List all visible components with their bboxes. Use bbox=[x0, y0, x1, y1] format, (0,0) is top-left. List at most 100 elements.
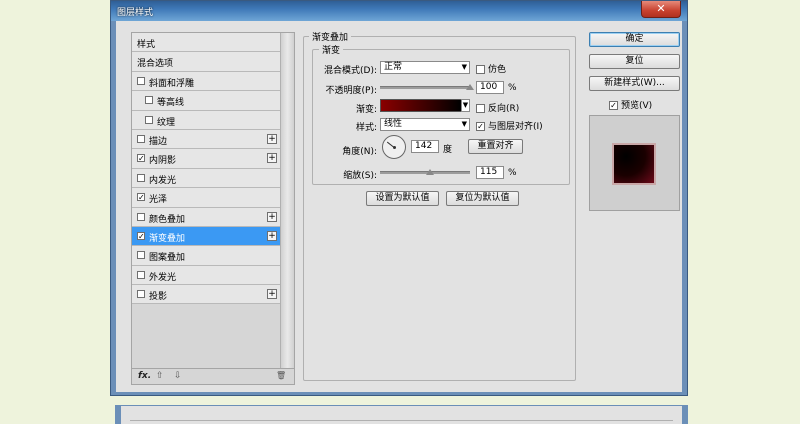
style-item-checkbox[interactable]: ✓ bbox=[137, 154, 145, 163]
scale-unit: % bbox=[508, 168, 517, 178]
add-style-icon[interactable]: + bbox=[267, 133, 277, 144]
style-select[interactable]: 线性 ▼ bbox=[380, 118, 470, 131]
angle-input[interactable]: 142 bbox=[411, 140, 439, 153]
styles-scrollbar[interactable] bbox=[280, 33, 294, 370]
style-item[interactable]: 样式 bbox=[132, 33, 280, 53]
chevron-down-icon: ▼ bbox=[461, 63, 467, 71]
blend-mode-label: 混合模式(D): bbox=[324, 66, 377, 76]
preview-box: ✓ bbox=[609, 101, 618, 110]
style-item[interactable]: ✓ 渐变叠加 + bbox=[132, 226, 280, 247]
style-item-checkbox[interactable] bbox=[145, 96, 153, 105]
reverse-label: 反向(R) bbox=[488, 104, 520, 114]
style-item-label: 投影 bbox=[149, 292, 168, 303]
style-item-label: 颜色叠加 bbox=[149, 214, 186, 225]
style-item-checkbox[interactable] bbox=[137, 134, 145, 143]
align-box: ✓ bbox=[476, 122, 485, 131]
set-default-button[interactable]: 设置为默认值 bbox=[366, 191, 439, 206]
scale-input[interactable]: 115 bbox=[476, 166, 504, 179]
style-item[interactable]: 混合选项 bbox=[132, 52, 280, 72]
style-item-label: 等高线 bbox=[157, 98, 185, 109]
style-item[interactable]: 斜面和浮雕 bbox=[132, 71, 280, 92]
scale-slider-thumb[interactable] bbox=[425, 169, 434, 175]
style-item[interactable]: 内发光 bbox=[132, 168, 280, 189]
reset-default-button[interactable]: 复位为默认值 bbox=[446, 191, 519, 206]
style-item-checkbox[interactable]: ✓ bbox=[137, 231, 145, 240]
style-item[interactable]: ✓ 光泽 bbox=[132, 188, 280, 208]
dither-label: 仿色 bbox=[488, 65, 507, 75]
styles-panel: 样式 混合选项 斜面和浮雕 等高线 纹理 描边 + ✓ 内阴影 + 内发光 ✓ 光泽 颜色叠加 + ✓ 渐变叠加… bbox=[131, 32, 295, 385]
blend-mode-select[interactable]: 正常 ▼ bbox=[380, 61, 470, 74]
gradient-subgroup-title: 渐变 bbox=[319, 43, 344, 56]
opacity-slider-thumb[interactable] bbox=[466, 84, 474, 90]
gradient-overlay-title: 渐变叠加 bbox=[309, 30, 352, 43]
chevron-down-icon: ▼ bbox=[461, 120, 467, 128]
fx-icon[interactable]: fx. bbox=[138, 371, 151, 381]
style-item-label: 图案叠加 bbox=[149, 253, 186, 264]
style-item-label: 内发光 bbox=[149, 175, 177, 186]
reset-alignment-button[interactable]: 重置对齐 bbox=[468, 139, 523, 154]
layer-style-dialog: 图层样式 ✕ 样式 混合选项 斜面和浮雕 等高线 纹理 描边 + ✓ 内阴影 + 内发光 ✓ 光泽 颜色叠… bbox=[110, 0, 688, 396]
style-preview bbox=[589, 115, 680, 211]
style-item[interactable]: 纹理 bbox=[132, 110, 280, 130]
gradient-swatch[interactable] bbox=[380, 99, 462, 112]
style-item-checkbox[interactable] bbox=[137, 76, 145, 85]
move-down-icon[interactable]: ⇩ bbox=[174, 371, 182, 381]
scale-slider[interactable] bbox=[380, 169, 470, 175]
strip-divider bbox=[130, 420, 673, 421]
add-style-icon[interactable]: + bbox=[267, 230, 277, 241]
style-item[interactable]: 投影 + bbox=[132, 285, 280, 305]
ok-button[interactable]: 确定 bbox=[589, 32, 680, 47]
style-item-label: 斜面和浮雕 bbox=[149, 78, 195, 89]
gradient-picker-arrow[interactable]: ▼ bbox=[461, 99, 470, 112]
strip-right-border bbox=[682, 406, 687, 424]
style-item-checkbox[interactable] bbox=[137, 212, 145, 221]
angle-unit: 度 bbox=[443, 145, 453, 155]
style-item-label: 内阴影 bbox=[149, 156, 177, 167]
style-item[interactable]: 外发光 bbox=[132, 265, 280, 286]
reverse-checkbox[interactable]: 反向(R) bbox=[476, 101, 519, 114]
style-item-checkbox[interactable] bbox=[137, 290, 145, 299]
opacity-unit: % bbox=[508, 83, 517, 93]
style-item[interactable]: 图案叠加 bbox=[132, 246, 280, 266]
background-window-edge bbox=[115, 405, 688, 424]
add-style-icon[interactable]: + bbox=[267, 289, 277, 300]
add-style-icon[interactable]: + bbox=[267, 153, 277, 164]
style-item[interactable]: 颜色叠加 + bbox=[132, 207, 280, 227]
dither-checkbox[interactable]: 仿色 bbox=[476, 62, 506, 75]
gradient-label: 渐变: bbox=[355, 105, 377, 115]
scale-label: 缩放(S): bbox=[343, 171, 377, 181]
opacity-input[interactable]: 100 bbox=[476, 81, 504, 94]
add-style-icon[interactable]: + bbox=[267, 211, 277, 222]
styles-footer: fx. ⇧ ⇩ 🗑 bbox=[132, 368, 294, 384]
style-item-label: 描边 bbox=[149, 136, 168, 147]
move-up-icon[interactable]: ⇧ bbox=[156, 371, 164, 381]
preview-label: 预览(V) bbox=[621, 101, 653, 111]
style-item-checkbox[interactable] bbox=[137, 173, 145, 182]
opacity-label: 不透明度(P): bbox=[325, 86, 377, 96]
style-item-checkbox[interactable] bbox=[137, 270, 145, 279]
style-item-checkbox[interactable] bbox=[137, 251, 145, 260]
strip-left-border bbox=[116, 406, 121, 424]
style-item-label: 纹理 bbox=[157, 117, 176, 128]
styles-list: 样式 混合选项 斜面和浮雕 等高线 纹理 描边 + ✓ 内阴影 + 内发光 ✓ 光泽 颜色叠加 + ✓ 渐变叠加… bbox=[132, 33, 280, 305]
preview-checkbox[interactable]: ✓ 预览(V) bbox=[609, 98, 652, 111]
style-item[interactable]: 等高线 bbox=[132, 91, 280, 111]
angle-label: 角度(N): bbox=[342, 147, 377, 157]
style-item-label: 混合选项 bbox=[137, 59, 174, 70]
reset-button[interactable]: 复位 bbox=[589, 54, 680, 69]
style-item-checkbox[interactable] bbox=[145, 115, 153, 124]
title-bar[interactable]: 图层样式 ✕ bbox=[111, 1, 687, 21]
new-style-button[interactable]: 新建样式(W)... bbox=[589, 76, 680, 91]
style-item-label: 光泽 bbox=[149, 195, 168, 206]
style-item-label: 样式 bbox=[137, 40, 156, 50]
trash-icon[interactable]: 🗑 bbox=[276, 371, 286, 380]
preview-swatch bbox=[612, 143, 656, 185]
style-item[interactable]: ✓ 内阴影 + bbox=[132, 149, 280, 169]
angle-dial[interactable] bbox=[382, 135, 406, 159]
style-item-checkbox[interactable]: ✓ bbox=[137, 193, 145, 202]
opacity-slider[interactable] bbox=[380, 84, 474, 90]
style-item[interactable]: 描边 + bbox=[132, 129, 280, 150]
align-with-layer-checkbox[interactable]: ✓ 与图层对齐(I) bbox=[476, 119, 543, 132]
dialog-title: 图层样式 bbox=[117, 8, 154, 18]
close-button[interactable]: ✕ bbox=[641, 1, 681, 18]
